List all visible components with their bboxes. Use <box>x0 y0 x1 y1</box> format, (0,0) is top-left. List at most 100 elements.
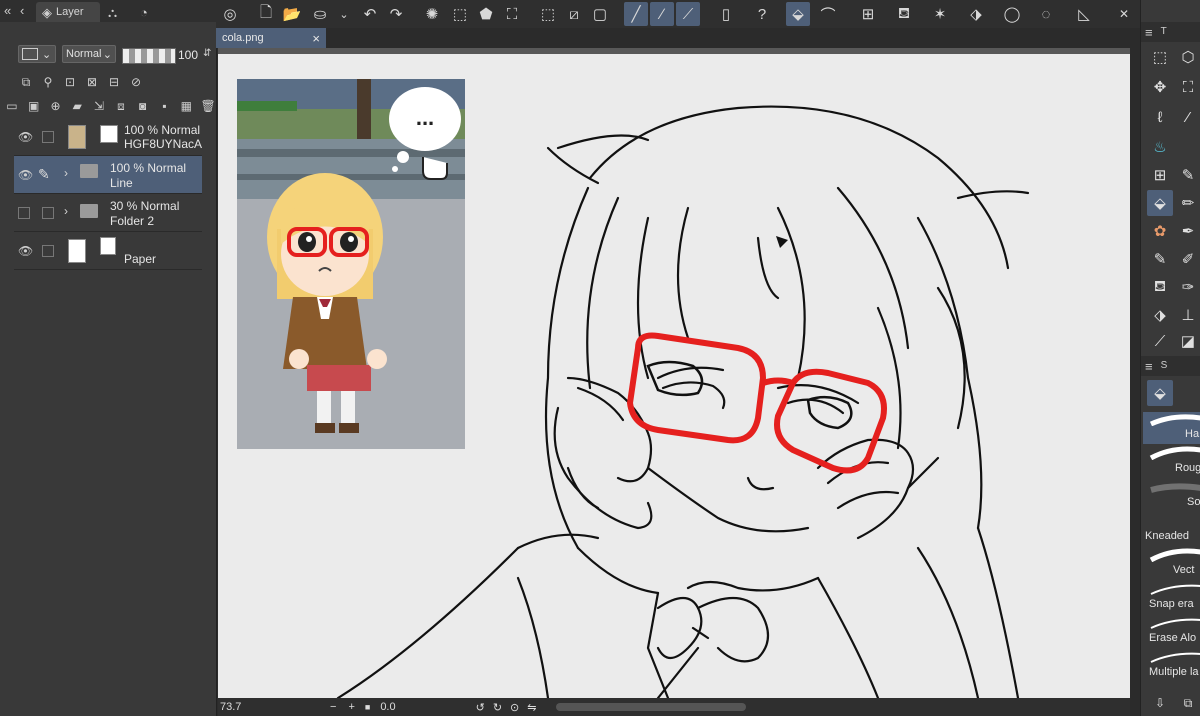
transfer-down-icon[interactable]: ⇲ <box>91 98 107 114</box>
collapse-icon[interactable]: « <box>4 4 11 17</box>
selection-border-icon[interactable]: ▢ <box>588 2 612 26</box>
subtool-kneaded[interactable]: Kneaded <box>1143 514 1200 546</box>
layer-row[interactable]: 👁 100 % Normal HGF8UYNacAE <box>14 118 202 156</box>
brush-tool-icon[interactable]: ✒ <box>1175 218 1200 244</box>
operation-tool-icon[interactable]: ⟋ <box>1147 328 1173 354</box>
hand-tool-icon[interactable]: ⛶ <box>1175 74 1200 100</box>
ruler-icon[interactable]: ▦ <box>178 98 194 114</box>
pencil-tool-icon[interactable]: ✏ <box>1175 190 1200 216</box>
layer-row[interactable]: 👁 Paper <box>14 232 202 270</box>
new-file-icon[interactable]: 🗋 <box>254 2 278 26</box>
chevron-down-icon[interactable]: ⌄ <box>332 2 356 26</box>
open-file-icon[interactable]: 📂 <box>280 2 304 26</box>
rotate-left-icon[interactable]: ↺ <box>476 701 485 714</box>
new-layer-icon[interactable]: ⊕ <box>48 98 64 114</box>
magic-wand-icon[interactable]: ✶ <box>928 2 952 26</box>
tool-panel-tab[interactable]: T <box>1161 27 1167 37</box>
menu-icon[interactable]: ≡ <box>1145 26 1153 39</box>
zoom-value[interactable]: 73.7 <box>220 701 260 713</box>
layer-row[interactable]: › 30 % Normal Folder 2 <box>14 194 202 232</box>
loading-icon[interactable]: ✺ <box>420 2 444 26</box>
layer-checkbox[interactable] <box>42 131 54 143</box>
subtool-vector[interactable]: Vect <box>1143 548 1200 580</box>
subtool-tab[interactable]: S <box>1161 361 1168 371</box>
stabilize-pen-icon[interactable]: ╱ <box>624 2 648 26</box>
stabilize-pen-3-icon[interactable]: ⟋ <box>676 2 700 26</box>
subtool-rough[interactable]: Roug <box>1143 446 1200 478</box>
layer-checkbox[interactable] <box>42 245 54 257</box>
invert-selection-icon[interactable]: ⧄ <box>562 2 586 26</box>
mask-icon[interactable]: ⊘ <box>128 74 144 90</box>
subtool-copy-icon[interactable]: ⧉ <box>1175 690 1200 716</box>
lock-icon[interactable]: ⊠ <box>84 74 100 90</box>
clear-icon[interactable]: ⬚ <box>448 2 472 26</box>
trash-icon[interactable]: 🗑 <box>200 98 216 114</box>
fit-icon[interactable]: ■ <box>365 702 370 712</box>
subtool-hard[interactable]: Ha <box>1143 412 1200 444</box>
move-tool-icon[interactable]: ✥ <box>1147 74 1173 100</box>
clip-icon[interactable]: ⧉ <box>18 74 34 90</box>
zoom-in-icon[interactable]: + <box>348 701 354 713</box>
chevron-right-icon[interactable]: › <box>64 204 68 218</box>
decoration-tool-icon[interactable]: ✿ <box>1147 218 1173 244</box>
document-tab[interactable]: cola.png × <box>216 28 326 48</box>
text-tool-icon[interactable]: ⊥ <box>1175 302 1200 328</box>
menu-icon[interactable]: ≡ <box>1145 360 1153 373</box>
new-folder-icon[interactable]: ▰ <box>69 98 85 114</box>
pen-icon[interactable]: ✎ <box>38 166 50 183</box>
opacity-spin-icon[interactable]: ⇵ <box>203 49 211 59</box>
apply-mask-icon[interactable]: ▪ <box>157 98 173 114</box>
close-icon[interactable]: ✕ <box>1112 2 1136 26</box>
fill-icon[interactable]: ⬟ <box>474 2 498 26</box>
subtool-erase-along[interactable]: Erase Alo <box>1143 616 1200 648</box>
horizontal-scrollbar[interactable] <box>556 703 747 711</box>
transform-icon[interactable]: ⛶ <box>500 2 524 26</box>
eraser-icon[interactable]: ⬗ <box>964 2 988 26</box>
deselect-icon[interactable]: ⬚ <box>536 2 560 26</box>
close-tab-icon[interactable]: × <box>312 31 320 46</box>
tab-layer[interactable]: ◈ Layer <box>36 2 100 22</box>
eyedropper-tool-icon[interactable]: ⁄ <box>1175 104 1200 130</box>
opacity-slider[interactable] <box>122 48 176 64</box>
lasso-tool-icon[interactable]: ℓ <box>1147 104 1173 130</box>
eraser-tool-icon[interactable]: ⬙ <box>786 2 810 26</box>
object-tool-icon[interactable]: ⬡ <box>1175 44 1200 70</box>
layer-color-select[interactable]: ⌄ <box>18 45 56 63</box>
layer-checkbox[interactable] <box>42 207 54 219</box>
flip-icon[interactable]: ⇋ <box>527 701 536 714</box>
mask-add-icon[interactable]: ◙ <box>135 98 151 114</box>
undo-icon[interactable]: ↶ <box>358 2 382 26</box>
app-logo-icon[interactable]: ◎ <box>218 2 242 26</box>
redo-icon[interactable]: ↷ <box>384 2 408 26</box>
tab-layer-property[interactable]: ⛬ <box>102 2 132 22</box>
chevron-left-icon[interactable]: ‹ <box>20 4 24 17</box>
help-icon[interactable]: ? <box>750 2 774 26</box>
fill-bucket-icon[interactable]: ⛾ <box>892 2 916 26</box>
perspective-icon[interactable]: ⊞ <box>856 2 880 26</box>
figure-tool-icon[interactable]: ⬗ <box>1147 302 1173 328</box>
save-icon[interactable]: ⛀ <box>308 2 332 26</box>
lasso-2-icon[interactable]: ◌ <box>1034 2 1058 26</box>
eye-icon[interactable]: 👁 <box>18 168 33 182</box>
cake-tool-icon[interactable]: ♨ <box>1147 134 1173 160</box>
tab-navigator[interactable]: ◔ <box>134 2 164 22</box>
lock-transparent-icon[interactable]: ⊟ <box>106 74 122 90</box>
reference-icon[interactable]: ⚲ <box>40 74 56 90</box>
blend-tool-icon[interactable]: ✐ <box>1175 246 1200 272</box>
ruler-tool-icon[interactable]: ◺ <box>1072 2 1096 26</box>
subtool-save-icon[interactable]: ⇩ <box>1147 690 1173 716</box>
subtool-snap-eraser[interactable]: Snap era <box>1143 582 1200 614</box>
frame-tool-icon[interactable]: ⊞ <box>1147 162 1173 188</box>
smartphone-icon[interactable]: ▯ <box>714 2 738 26</box>
subtool-multiple-layers[interactable]: Multiple la <box>1143 650 1200 682</box>
correct-line-tool-icon[interactable]: ◪ <box>1175 328 1200 354</box>
stabilize-pen-2-icon[interactable]: ∕ <box>650 2 674 26</box>
chevron-right-icon[interactable]: › <box>64 166 68 180</box>
visibility-checkbox[interactable] <box>18 207 30 219</box>
curve-icon[interactable]: ⌒ <box>816 2 840 26</box>
zoom-out-icon[interactable]: − <box>330 701 336 713</box>
lasso-icon[interactable]: ◯ <box>1000 2 1024 26</box>
eraser-group-icon[interactable]: ⬙ <box>1147 380 1173 406</box>
fill-tool-icon[interactable]: ⛾ <box>1147 274 1173 300</box>
eye-icon[interactable]: 👁 <box>18 244 33 258</box>
